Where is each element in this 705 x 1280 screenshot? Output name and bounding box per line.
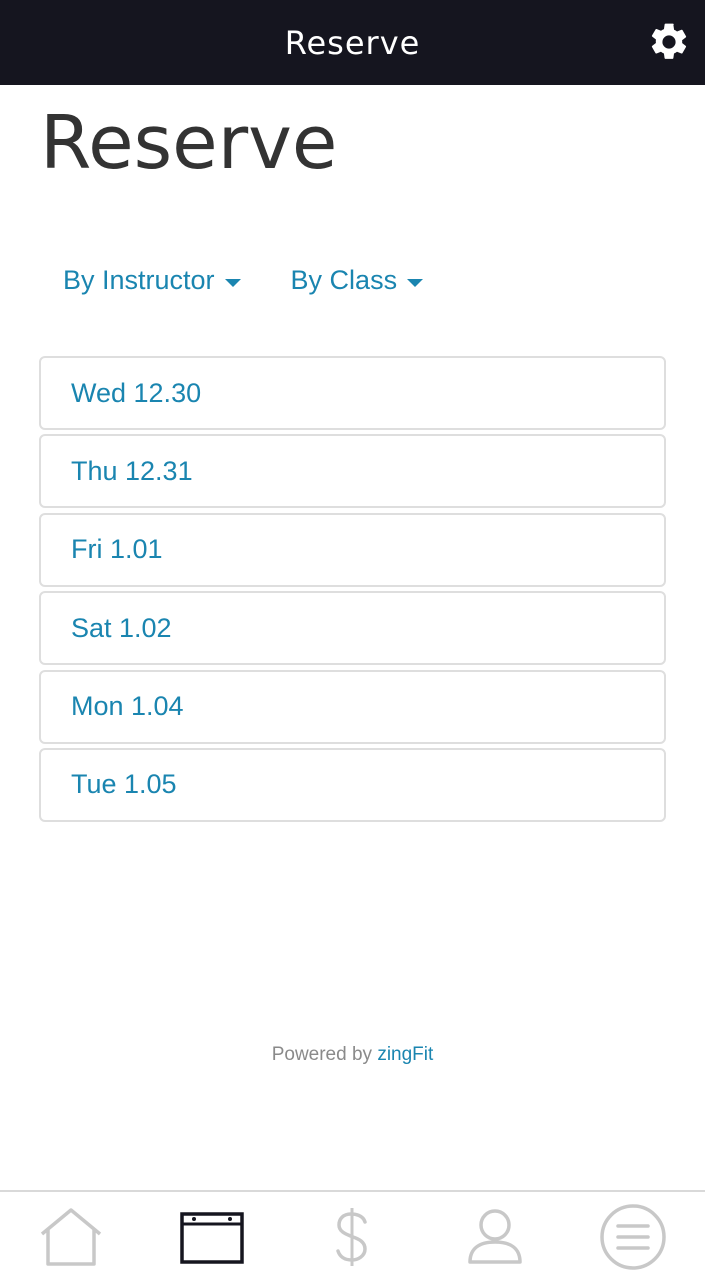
bottom-nav [0, 1190, 705, 1280]
app-root: Reserve Reserve By Instructor By Class W… [0, 0, 705, 1280]
day-item[interactable]: Mon 1.04 [39, 669, 666, 744]
day-item[interactable]: Sat 1.02 [39, 591, 666, 666]
day-label: Thu 12.31 [71, 455, 193, 486]
header-title: Reserve [284, 24, 421, 62]
filter-bar: By Instructor By Class [63, 265, 424, 296]
by-instructor-dropdown[interactable]: By Instructor [63, 265, 241, 296]
home-icon[interactable] [36, 1204, 106, 1270]
calendar-icon[interactable] [177, 1204, 247, 1270]
day-list: Wed 12.30 Thu 12.31 Fri 1.01 Sat 1.02 Mo… [39, 356, 666, 826]
powered-by: Powered by zingFit [0, 1044, 705, 1066]
powered-by-prefix: Powered by [271, 1044, 378, 1065]
day-label: Mon 1.04 [71, 691, 184, 722]
day-label: Tue 1.05 [71, 769, 177, 800]
by-instructor-label: By Instructor [63, 265, 215, 295]
day-label: Fri 1.01 [71, 534, 163, 565]
page-title: Reserve [40, 100, 338, 186]
caret-down-icon [407, 278, 424, 287]
top-bar: Reserve [0, 0, 705, 85]
user-icon[interactable] [460, 1204, 530, 1270]
day-item[interactable]: Wed 12.30 [39, 356, 666, 430]
day-item[interactable]: Fri 1.01 [39, 512, 666, 587]
caret-down-icon [224, 278, 241, 287]
by-class-label: By Class [290, 265, 398, 295]
dollar-icon[interactable] [317, 1204, 387, 1270]
menu-icon[interactable] [598, 1204, 668, 1270]
day-item[interactable]: Thu 12.31 [39, 434, 666, 509]
by-class-dropdown[interactable]: By Class [291, 265, 424, 296]
day-label: Wed 12.30 [71, 377, 202, 408]
day-label: Sat 1.02 [71, 612, 172, 643]
gear-icon[interactable] [647, 20, 691, 64]
day-item[interactable]: Tue 1.05 [39, 747, 666, 822]
zingfit-link[interactable]: zingFit [377, 1044, 433, 1065]
